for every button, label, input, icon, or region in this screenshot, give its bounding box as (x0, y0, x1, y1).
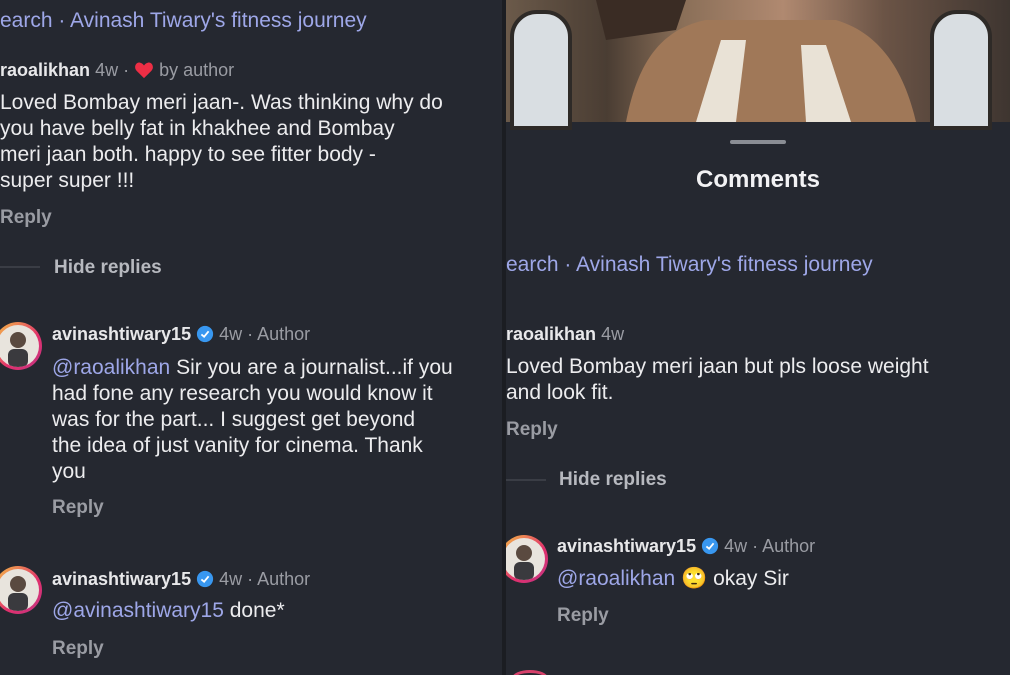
reply-button[interactable]: Reply (506, 419, 558, 441)
avatar-image (506, 538, 545, 580)
comment-time: 4w · (95, 60, 130, 80)
mention-link[interactable]: @raoalikhan (52, 356, 170, 379)
comment-line: you have belly fat in khakhee and Bombay (0, 117, 395, 140)
comment-line: meri jaan both. happy to see fitter body… (0, 143, 376, 166)
avatar-image (0, 325, 39, 367)
comment-header: raoalikhan 4w · by author (0, 60, 234, 81)
hide-replies-line (506, 479, 546, 481)
reply-body: @raoalikhan Sir you are a journalist...i… (52, 355, 502, 485)
verified-badge-icon (701, 537, 719, 555)
avatar[interactable] (506, 535, 548, 583)
reply-line: you (52, 460, 86, 483)
avatar-image (0, 569, 39, 611)
comment-username[interactable]: raoalikhan (506, 324, 596, 344)
hide-replies-button[interactable]: Hide replies (54, 257, 162, 279)
comment-line: super super !!! (0, 169, 135, 192)
breadcrumb-link[interactable]: earch · Avinash Tiwary's fitness journey (506, 253, 873, 277)
reply-button[interactable]: Reply (52, 497, 104, 519)
reply-button[interactable]: Reply (557, 605, 609, 627)
reply-body: @raoalikhan 🙄 okay Sir (557, 566, 1007, 592)
reply-button[interactable]: Reply (0, 207, 52, 229)
heart-icon (135, 62, 153, 79)
sheet-title: Comments (695, 166, 821, 193)
liked-by-author-label: by author (159, 60, 235, 80)
avatar-partial (512, 670, 548, 675)
reply-meta: 4w · Author (724, 536, 816, 556)
comment-username[interactable]: raoalikhan (0, 60, 90, 80)
sheet-drag-handle[interactable] (730, 140, 786, 144)
breadcrumb-link[interactable]: earch · Avinash Tiwary's fitness journey (0, 9, 367, 33)
mention-link[interactable]: @avinashtiwary15 (52, 599, 224, 622)
comment-body: Loved Bombay meri jaan but pls loose wei… (506, 354, 1006, 406)
post-photo (506, 0, 1010, 130)
avatar[interactable] (0, 322, 42, 370)
hide-replies-button[interactable]: Hide replies (559, 469, 667, 491)
reply-line: had fone any research you would know it (52, 382, 433, 405)
reply-username[interactable]: avinashtiwary15 (52, 324, 191, 344)
comment-line: and look fit. (506, 381, 614, 404)
reply-text: done* (229, 599, 285, 622)
comment-time: 4w (601, 324, 625, 344)
photo-figure (596, 0, 916, 122)
left-panel: earch · Avinash Tiwary's fitness journey… (0, 0, 502, 675)
comment-body: Loved Bombay meri jaan-. Was thinking wh… (0, 90, 500, 194)
verified-badge-icon (196, 325, 214, 343)
reply-line: the idea of just vanity for cinema. Than… (52, 434, 423, 457)
reply-username[interactable]: avinashtiwary15 (557, 536, 696, 556)
reply-button[interactable]: Reply (52, 638, 104, 660)
reply-meta: 4w · Author (219, 324, 311, 344)
comment-header: raoalikhan 4w (506, 324, 624, 345)
verified-badge-icon (196, 570, 214, 588)
reply-body: @avinashtiwary15 done* (52, 598, 502, 624)
eye-roll-emoji-icon: 🙄 (681, 567, 708, 590)
reply-username[interactable]: avinashtiwary15 (52, 569, 191, 589)
reply-header: avinashtiwary15 4w · Author (52, 569, 310, 590)
reply-header: avinashtiwary15 4w · Author (52, 324, 310, 345)
reply-header: avinashtiwary15 4w · Author (557, 536, 815, 557)
reply-text: okay Sir (713, 567, 789, 590)
reply-meta: 4w · Author (219, 569, 311, 589)
reply-line: Sir you are a journalist...if you (176, 356, 453, 379)
mention-link[interactable]: @raoalikhan (557, 567, 675, 590)
avatar[interactable] (0, 566, 42, 614)
hide-replies-line (0, 266, 40, 268)
reply-line: was for the part... I suggest get beyond (52, 408, 416, 431)
right-panel: Comments earch · Avinash Tiwary's fitnes… (506, 0, 1010, 675)
comment-line: Loved Bombay meri jaan but pls loose wei… (506, 355, 929, 378)
comment-line: Loved Bombay meri jaan-. Was thinking wh… (0, 91, 443, 114)
